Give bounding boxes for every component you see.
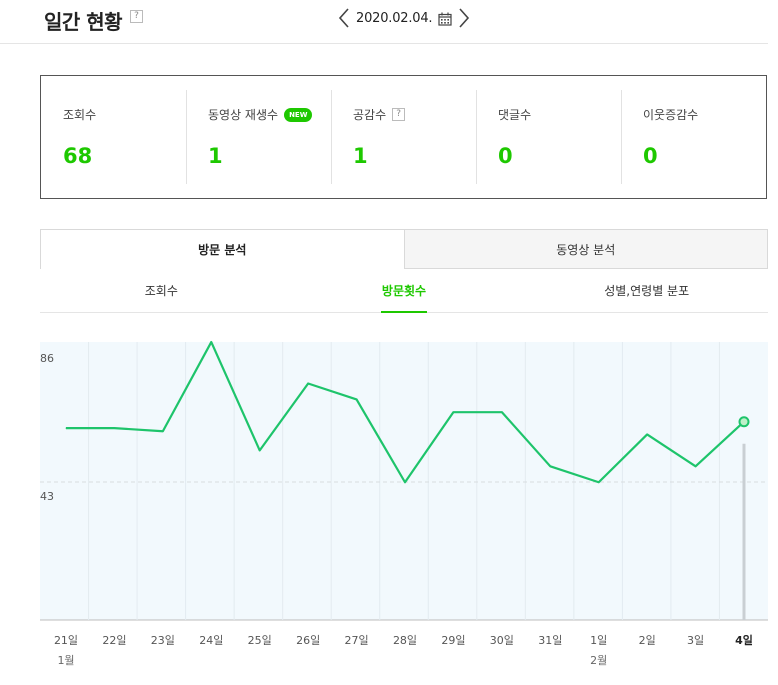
- subtab-views[interactable]: 조회수: [40, 269, 283, 312]
- stat-views: 조회수 68: [41, 76, 186, 198]
- main-tabs: 방문 분석 동영상 분석: [40, 229, 768, 269]
- data-point: [65, 427, 67, 429]
- y-tick-label: 43: [40, 490, 54, 503]
- stat-value: 68: [63, 144, 93, 168]
- data-point: [549, 465, 551, 467]
- stat-comments: 댓글수 0: [476, 76, 621, 198]
- x-tick-label: 30일: [490, 633, 514, 647]
- help-icon[interactable]: ?: [130, 10, 143, 23]
- x-tick-label: 3일: [687, 633, 704, 647]
- data-point-highlight: [738, 416, 750, 428]
- new-badge: NEW: [284, 107, 313, 122]
- chevron-left-icon[interactable]: [336, 6, 352, 30]
- x-tick-label: 2일: [639, 633, 656, 647]
- x-tick-label: 24일: [199, 633, 223, 647]
- chevron-right-icon[interactable]: [456, 6, 472, 30]
- x-tick-label: 21일: [54, 633, 78, 647]
- data-point: [646, 433, 648, 435]
- data-point: [162, 430, 164, 432]
- x-tick-label: 1일: [590, 633, 607, 647]
- page-title: 일간 현황: [44, 10, 123, 34]
- x-tick-label: 26일: [296, 633, 320, 647]
- x-tick-label: 28일: [393, 633, 417, 647]
- sub-tabs: 조회수 방문횟수 성별,연령별 분포: [40, 269, 768, 313]
- tab-visit-analysis[interactable]: 방문 분석: [40, 229, 405, 269]
- data-point: [210, 341, 212, 343]
- calendar-icon[interactable]: [438, 11, 452, 26]
- stat-video-plays: 동영상 재생수 NEW 1: [186, 76, 331, 198]
- month-label: 1월: [57, 654, 74, 667]
- stat-likes: 공감수 ? 1: [331, 76, 476, 198]
- header: 일간 현황 ? 2020.02.04.: [0, 0, 768, 44]
- subtab-visit-count[interactable]: 방문횟수: [283, 269, 526, 312]
- stat-value: 0: [643, 144, 658, 168]
- stat-value: 1: [208, 144, 223, 168]
- subtab-gender-age[interactable]: 성별,연령별 분포: [525, 269, 768, 312]
- current-date: 2020.02.04.: [356, 10, 433, 26]
- date-navigator: 2020.02.04.: [336, 6, 472, 30]
- data-point: [452, 411, 454, 413]
- data-point: [259, 449, 261, 451]
- data-point: [695, 465, 697, 467]
- stat-value: 0: [498, 144, 513, 168]
- chart-svg: 86 43 21일 22일 23일 24일 25일 26일 27일 28일 29일 30일 31일 1일…: [40, 340, 768, 667]
- stat-label: 조회수: [63, 108, 97, 122]
- month-label: 2월: [590, 654, 607, 667]
- stat-value: 1: [353, 144, 368, 168]
- y-tick-label: 86: [40, 352, 54, 365]
- stat-label: 동영상 재생수: [208, 108, 279, 122]
- x-tick-label: 23일: [151, 633, 175, 647]
- stat-neighbors: 이웃증감수 0: [621, 76, 766, 198]
- data-point: [404, 481, 406, 483]
- daily-stats-panel: 조회수 68 동영상 재생수 NEW 1 공감수 ? 1 댓글수 0 이웃증감수…: [40, 75, 767, 199]
- data-point: [307, 382, 309, 384]
- x-tick-label: 31일: [538, 633, 562, 647]
- data-point: [598, 481, 600, 483]
- data-point: [113, 427, 115, 429]
- help-icon[interactable]: ?: [392, 108, 406, 121]
- data-point: [501, 411, 503, 413]
- x-tick-label: 22일: [102, 633, 126, 647]
- tab-video-analysis[interactable]: 동영상 분석: [404, 229, 768, 269]
- x-tick-label: 4일: [735, 633, 753, 647]
- visits-line-chart: 86 43 21일 22일 23일 24일 25일 26일 27일 28일 29일 30일 31일 1일…: [0, 330, 778, 685]
- x-tick-label: 25일: [248, 633, 272, 647]
- data-point: [356, 398, 358, 400]
- stat-label: 이웃증감수: [643, 108, 699, 122]
- stat-label: 공감수: [353, 108, 387, 122]
- stat-label: 댓글수: [498, 108, 532, 122]
- x-tick-label: 27일: [345, 633, 369, 647]
- x-tick-label: 29일: [441, 633, 465, 647]
